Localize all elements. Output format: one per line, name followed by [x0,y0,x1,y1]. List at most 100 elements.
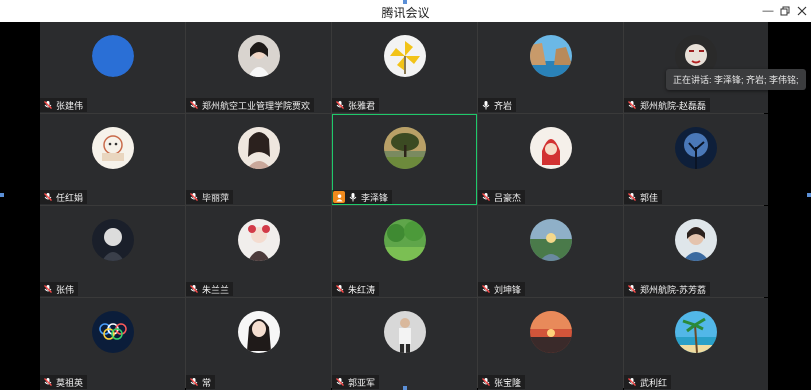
nameplate: 常 [186,375,216,389]
nameplate: 郑州航院-苏芳荔 [624,282,710,296]
participant-tile[interactable]: 吕豪杰 [478,114,623,205]
resize-handle-bottom[interactable] [403,386,407,390]
microphone-muted-icon [42,376,54,388]
maximize-icon[interactable] [776,2,794,20]
avatar [383,127,426,169]
participant-grid: 张建伟 郑州航空工业管理学院贾欢 张雅君 齐岩 郑州航院-赵磊磊任红娟 毕丽萍 李泽锋 吕豪杰… [40,22,768,390]
avatar [237,311,280,353]
speaking-text: 正在讲话: 李泽锋; 齐岩; 李伟铭; [673,75,799,85]
microphone-muted-icon [626,191,638,203]
participant-name: 郑州航空工业管理学院贾欢 [202,100,311,111]
close-icon[interactable] [793,2,811,20]
nameplate: 郭佳 [624,190,663,204]
participant-name: 吕豪杰 [494,192,522,203]
minimize-icon[interactable]: — [759,2,777,20]
avatar [675,219,717,261]
microphone-muted-icon [626,283,638,295]
participant-tile[interactable]: 武利红 [624,298,768,390]
participant-name: 齐岩 [494,100,513,111]
avatar [237,35,280,77]
participant-tile[interactable]: 齐岩 [478,22,623,113]
participant-tile[interactable]: 张建伟 [40,22,185,113]
microphone-icon [347,191,359,203]
participant-name: 朱红涛 [348,284,376,295]
nameplate: 张宝隆 [478,375,526,389]
microphone-muted-icon [188,99,200,111]
microphone-muted-icon [480,283,492,295]
nameplate: 莫祖英 [40,375,88,389]
avatar [383,219,426,261]
nameplate: 武利红 [624,375,672,389]
microphone-icon [480,99,492,111]
participant-tile[interactable]: 朱红涛 [332,206,477,297]
nameplate: 朱红涛 [332,282,380,296]
participant-tile[interactable]: 郑州航院-赵磊磊 [624,22,768,113]
participant-tile[interactable]: 莫祖英 [40,298,185,390]
nameplate: 郑州航空工业管理学院贾欢 [186,98,315,112]
participant-tile[interactable]: 郑州航空工业管理学院贾欢 [186,22,331,113]
avatar [237,219,280,261]
microphone-muted-icon [626,99,638,111]
participant-tile[interactable]: 张宝隆 [478,298,623,390]
speaking-indicator: 正在讲话: 李泽锋; 齐岩; 李伟铭; [666,69,806,90]
nameplate: 张伟 [40,282,79,296]
avatar [675,311,717,353]
avatar [91,127,134,169]
participant-name: 莫祖英 [56,377,84,388]
participant-name: 张伟 [56,284,75,295]
microphone-muted-icon [42,191,54,203]
avatar [529,35,572,77]
avatar [529,219,572,261]
avatar [529,127,572,169]
resize-handle-left[interactable] [0,193,4,197]
participant-tile[interactable]: 毕丽萍 [186,114,331,205]
nameplate: 郑州航院-赵磊磊 [624,98,710,112]
microphone-muted-icon [188,283,200,295]
nameplate: 吕豪杰 [478,190,526,204]
participant-tile[interactable]: 郭佳 [624,114,768,205]
resize-handle-top[interactable] [403,0,407,4]
nameplate: 张雅君 [332,98,380,112]
nameplate: 郭亚军 [332,375,380,389]
participant-tile[interactable]: 郭亚军 [332,298,477,390]
video-stage: 张建伟 郑州航空工业管理学院贾欢 张雅君 齐岩 郑州航院-赵磊磊任红娟 毕丽萍 李泽锋 吕豪杰… [0,22,811,390]
nameplate: 李泽锋 [332,190,393,204]
participant-name: 郑州航院-赵磊磊 [640,100,706,111]
participant-tile[interactable]: 张伟 [40,206,185,297]
participant-name: 张建伟 [56,100,84,111]
participant-name: 李泽锋 [361,192,389,203]
avatar [383,311,426,353]
window-title: 腾讯会议 [381,6,430,20]
microphone-muted-icon [42,99,54,111]
participant-name: 刘坤锋 [494,284,522,295]
participant-name: 郭佳 [640,192,659,203]
microphone-muted-icon [334,283,346,295]
participant-name: 郭亚军 [348,377,376,388]
participant-tile[interactable]: 常 [186,298,331,390]
participant-tile[interactable]: 郑州航院-苏芳荔 [624,206,768,297]
microphone-muted-icon [42,283,54,295]
microphone-muted-icon [334,376,346,388]
participant-name: 常 [202,377,212,388]
avatar [675,127,717,169]
participant-tile[interactable]: 任红娟 [40,114,185,205]
nameplate: 任红娟 [40,190,88,204]
participant-name: 张雅君 [348,100,376,111]
participant-name: 毕丽萍 [202,192,230,203]
participant-tile[interactable]: 李泽锋 [332,114,477,205]
avatar [383,35,426,77]
microphone-muted-icon [480,191,492,203]
host-icon [333,191,345,203]
nameplate: 齐岩 [478,98,517,112]
microphone-muted-icon [188,376,200,388]
participant-tile[interactable]: 朱兰兰 [186,206,331,297]
participant-tile[interactable]: 张雅君 [332,22,477,113]
participant-name: 任红娟 [56,192,84,203]
participant-tile[interactable]: 刘坤锋 [478,206,623,297]
participant-name: 武利红 [640,377,668,388]
resize-handle-right[interactable] [807,193,811,197]
participant-name: 郑州航院-苏芳荔 [640,284,706,295]
nameplate: 毕丽萍 [186,190,234,204]
microphone-muted-icon [188,191,200,203]
microphone-muted-icon [626,376,638,388]
